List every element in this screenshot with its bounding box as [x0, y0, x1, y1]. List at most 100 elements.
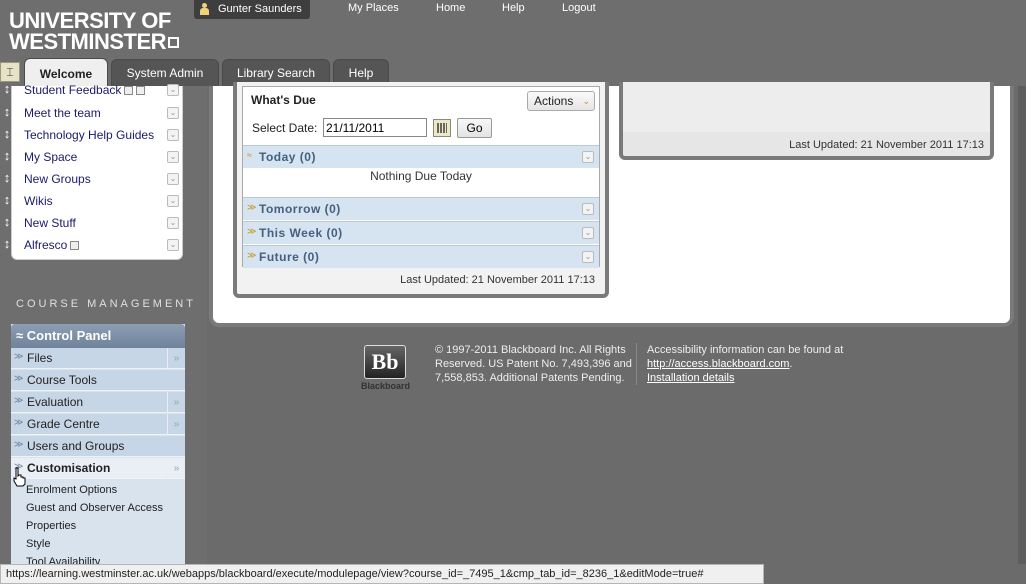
- drag-handle-icon[interactable]: ↕: [3, 148, 11, 164]
- tool-student-feedback[interactable]: ↕ Student Feedback ⌄: [4, 80, 184, 102]
- tool-my-space[interactable]: ↕ My Space ⌄: [4, 147, 184, 169]
- chevron-down-icon[interactable]: ⌄: [582, 151, 594, 163]
- tool-label: Student Feedback: [24, 83, 122, 97]
- chevron-down-icon[interactable]: ⌄: [582, 251, 594, 263]
- chevron-down-icon[interactable]: ⌄: [167, 217, 179, 229]
- sub-item-properties[interactable]: Properties: [26, 520, 76, 532]
- flyout-arrow-icon[interactable]: »: [167, 348, 185, 369]
- expand-icon: ≫: [14, 373, 24, 383]
- user-chip[interactable]: Gunter Saunders: [194, 0, 310, 19]
- expand-icon: ≫: [247, 250, 257, 260]
- cp-item-customisation[interactable]: ≫ Customisation »: [11, 458, 185, 479]
- user-name: Gunter Saunders: [218, 3, 302, 15]
- logout-link[interactable]: Logout: [562, 2, 596, 14]
- right-module: Last Updated: 21 November 2011 17:13: [619, 82, 994, 160]
- sub-item-guest-observer-access[interactable]: Guest and Observer Access: [26, 502, 163, 514]
- actions-button[interactable]: Actions ⌄: [527, 91, 595, 111]
- collapse-icon: ≈: [247, 150, 252, 160]
- sub-item-enrolment-options[interactable]: Enrolment Options: [26, 484, 117, 496]
- due-row-label: This Week (0): [259, 226, 343, 240]
- footer-divider: [636, 343, 637, 385]
- actions-label: Actions: [534, 94, 574, 108]
- sub-item-style[interactable]: Style: [26, 538, 50, 550]
- sub-item-tool-availability[interactable]: Tool Availability: [26, 556, 100, 564]
- chevron-down-icon: ⌄: [582, 96, 590, 106]
- crest-icon: [168, 37, 180, 48]
- cp-item-users-and-groups[interactable]: ≫ Users and Groups: [11, 436, 185, 457]
- right-module-last-updated: Last Updated: 21 November 2011 17:13: [789, 139, 984, 151]
- cp-item-course-tools[interactable]: ≫ Course Tools: [11, 370, 185, 391]
- chevron-down-icon[interactable]: ⌄: [167, 129, 179, 141]
- right-module-body: [623, 82, 990, 132]
- header: UNIVERSITY OF WESTMINSTER Gunter Saunder…: [0, 0, 1026, 88]
- cp-item-label: Course Tools: [27, 373, 97, 387]
- whats-due-last-updated: Last Updated: 21 November 2011 17:13: [400, 274, 595, 286]
- go-button[interactable]: Go: [457, 118, 492, 138]
- blackboard-wordmark: Blackboard: [361, 381, 411, 391]
- due-row-future[interactable]: ≫ Future (0) ⌄: [243, 245, 599, 268]
- accessibility-info: Accessibility information can be found a…: [647, 343, 843, 385]
- edit-icon[interactable]: [124, 86, 134, 95]
- tool-wikis[interactable]: ↕ Wikis ⌄: [4, 191, 184, 213]
- access-link[interactable]: http://access.blackboard.com: [647, 358, 789, 370]
- whats-due-title: What's Due: [251, 93, 316, 107]
- drag-handle-icon[interactable]: ↕: [3, 236, 11, 252]
- flyout-arrow-icon[interactable]: »: [167, 392, 185, 413]
- chevron-down-icon[interactable]: ⌄: [167, 151, 179, 163]
- tool-technology-help-guides[interactable]: ↕ Technology Help Guides ⌄: [4, 125, 184, 147]
- blackboard-logo[interactable]: Bb Blackboard: [361, 345, 411, 391]
- due-row-today[interactable]: ≈ Today (0) ⌄: [243, 145, 599, 168]
- tab-menu-toggle-icon[interactable]: ⌶: [0, 62, 20, 82]
- date-input[interactable]: [323, 118, 427, 137]
- tool-new-stuff[interactable]: ↕ New Stuff ⌄: [4, 213, 184, 235]
- chevron-down-icon[interactable]: ⌄: [582, 203, 594, 215]
- chevron-down-icon[interactable]: ⌄: [167, 239, 179, 251]
- control-panel-header[interactable]: ≈ Control Panel: [11, 324, 185, 348]
- chevron-down-icon[interactable]: ⌄: [167, 195, 179, 207]
- tool-alfresco[interactable]: ↕ Alfresco ⌄: [4, 235, 184, 257]
- installation-details-link[interactable]: Installation details: [647, 372, 734, 384]
- chevron-down-icon[interactable]: ⌄: [167, 107, 179, 119]
- drag-handle-icon[interactable]: ↕: [3, 214, 11, 230]
- home-link[interactable]: Home: [436, 2, 465, 14]
- chevron-down-icon[interactable]: ⌄: [582, 227, 594, 239]
- chevron-down-icon[interactable]: ⌄: [167, 173, 179, 185]
- flyout-arrow-icon[interactable]: »: [167, 458, 185, 479]
- scrollbar[interactable]: [1018, 86, 1026, 564]
- tool-label: Technology Help Guides: [24, 128, 155, 142]
- whats-due-module: What's Due Actions ⌄ Select Date: Go ≈ To…: [233, 82, 609, 298]
- top-nav: Gunter Saunders: [194, 0, 310, 19]
- user-icon: [200, 3, 209, 15]
- tool-label: New Stuff: [24, 216, 76, 230]
- calendar-icon[interactable]: [433, 119, 451, 137]
- drag-handle-icon[interactable]: ↕: [3, 192, 11, 208]
- due-row-tomorrow[interactable]: ≫ Tomorrow (0) ⌄: [243, 197, 599, 220]
- help-link[interactable]: Help: [502, 2, 525, 14]
- drag-handle-icon[interactable]: ↕: [3, 104, 11, 120]
- cp-item-label: Evaluation: [27, 395, 84, 409]
- expand-icon: ≫: [14, 417, 24, 427]
- tool-new-groups[interactable]: ↕ New Groups ⌄: [4, 169, 184, 191]
- drag-handle-icon[interactable]: ↕: [3, 170, 11, 186]
- flyout-arrow-icon[interactable]: »: [167, 414, 185, 435]
- drag-handle-icon[interactable]: ↕: [3, 126, 11, 142]
- blackboard-mark: Bb: [364, 345, 406, 379]
- nothing-due-message: Nothing Due Today: [370, 169, 472, 183]
- tool-meet-the-team[interactable]: ↕ Meet the team ⌄: [4, 103, 184, 125]
- grid-icon[interactable]: [136, 86, 146, 95]
- expand-icon: ≫: [14, 439, 24, 449]
- chevron-down-icon[interactable]: ⌄: [167, 84, 179, 96]
- drag-handle-icon[interactable]: ↕: [3, 81, 11, 97]
- control-panel-title: Control Panel: [26, 328, 112, 343]
- due-row-this-week[interactable]: ≫ This Week (0) ⌄: [243, 221, 599, 244]
- tools-list: ↕ Student Feedback ⌄ ↕ Meet the team ⌄ ↕…: [4, 81, 184, 260]
- university-logo[interactable]: UNIVERSITY OF WESTMINSTER: [9, 10, 180, 53]
- grid-icon[interactable]: [70, 241, 80, 250]
- expand-icon: ≫: [247, 202, 257, 212]
- tool-label: New Groups: [24, 172, 91, 186]
- cp-item-files[interactable]: ≫ Files »: [11, 348, 185, 369]
- cp-item-grade-centre[interactable]: ≫ Grade Centre »: [11, 414, 185, 435]
- my-places-link[interactable]: My Places: [348, 2, 399, 14]
- cp-item-evaluation[interactable]: ≫ Evaluation »: [11, 392, 185, 413]
- cp-item-label: Grade Centre: [27, 417, 100, 431]
